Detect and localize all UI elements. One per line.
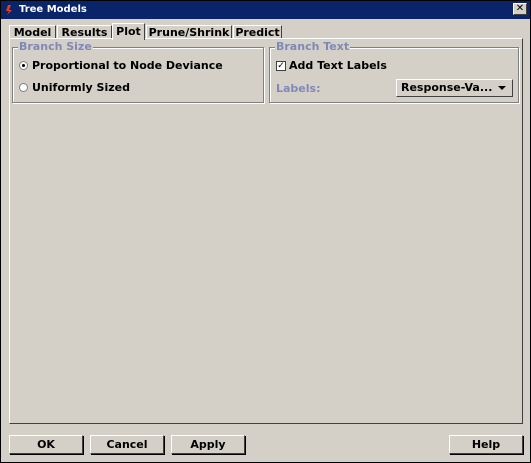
branch-text-title: Branch Text (275, 40, 351, 53)
close-button[interactable]: ✕ (513, 3, 527, 15)
help-button-label: Help (471, 438, 501, 451)
cancel-button-label: Cancel (106, 438, 148, 451)
tree-models-dialog: Tree Models ✕ Model Results Plot Prune/S… (0, 0, 531, 463)
apply-button[interactable]: Apply (171, 435, 245, 454)
help-button[interactable]: Help (449, 435, 523, 454)
branch-size-group: Branch Size Proportional to Node Devianc… (12, 40, 264, 103)
apply-button-label: Apply (190, 438, 226, 451)
java-cup-icon (5, 4, 15, 16)
window-title: Tree Models (19, 4, 87, 15)
tab-prune-shrink[interactable]: Prune/Shrink (146, 25, 232, 39)
add-text-labels-checkbox[interactable]: ✓ Add Text Labels (276, 59, 396, 73)
close-icon: ✕ (515, 3, 525, 14)
labels-field-label: Labels: (276, 82, 321, 95)
ok-button[interactable]: OK (9, 435, 83, 454)
tab-model[interactable]: Model (9, 25, 56, 39)
labels-dropdown-value: Response-Va... (401, 81, 493, 94)
check-icon[interactable]: ✓ (276, 61, 286, 71)
cancel-button[interactable]: Cancel (90, 435, 164, 454)
radio-proportional-label: Proportional to Node Deviance (32, 59, 223, 72)
plot-tab-page: Branch Size Proportional to Node Devianc… (9, 38, 523, 424)
labels-dropdown[interactable]: Response-Va... (396, 79, 513, 97)
radio-button-selected[interactable] (19, 61, 28, 70)
ok-button-label: OK (37, 438, 55, 451)
add-text-labels-label: Add Text Labels (289, 59, 387, 72)
tab-predict[interactable]: Predict (233, 25, 282, 39)
branch-text-group: Branch Text ✓ Add Text Labels Labels: Re… (269, 40, 519, 103)
tab-label: Plot (116, 25, 141, 38)
radio-uniformly-sized[interactable]: Uniformly Sized (19, 81, 149, 95)
radio-uniformly-label: Uniformly Sized (32, 81, 130, 94)
tab-results[interactable]: Results (57, 25, 112, 39)
radio-proportional[interactable]: Proportional to Node Deviance (19, 59, 249, 73)
branch-size-title: Branch Size (18, 40, 93, 53)
title-bar[interactable]: Tree Models ✕ (1, 1, 530, 19)
radio-button[interactable] (19, 83, 28, 92)
tab-plot[interactable]: Plot (112, 23, 145, 40)
chevron-down-icon (498, 86, 506, 90)
